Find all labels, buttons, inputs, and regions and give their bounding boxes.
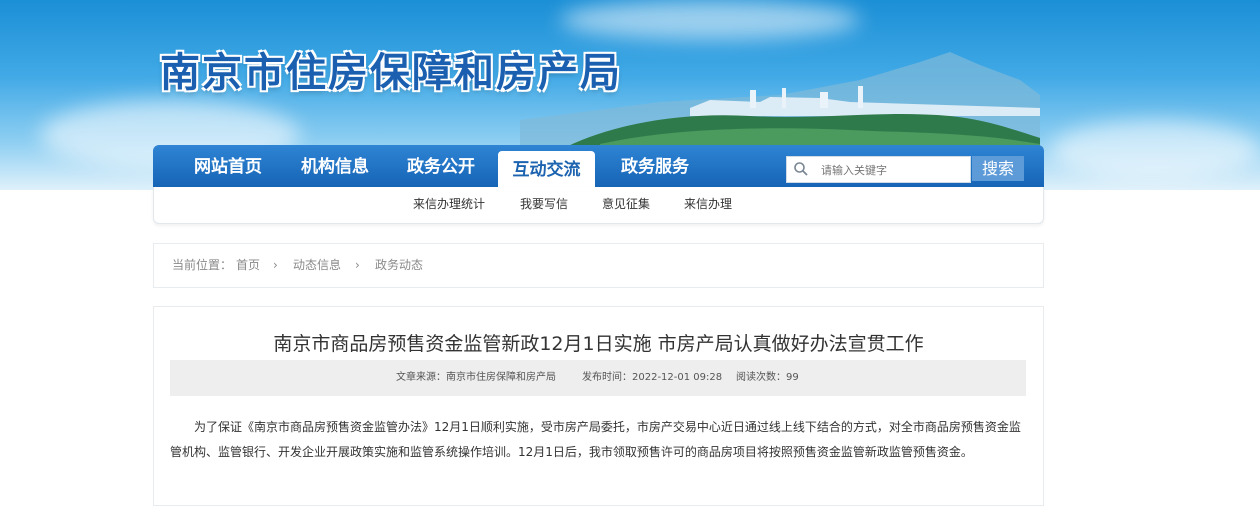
nav-government-services[interactable]: 政务服务 — [605, 145, 705, 187]
article-body: 为了保证《南京市商品房预售资金监管办法》12月1日顺利实施，受市房产局委托，市房… — [170, 420, 1021, 459]
nav-interaction[interactable]: 互动交流 — [498, 151, 595, 187]
article-title: 南京市商品房预售资金监管新政12月1日实施 市房产局认真做好办法宣贯工作 — [273, 333, 924, 355]
site-title: 南京市住房保障和房产局 — [160, 49, 622, 96]
article-source: 文章来源：南京市住房保障和房产局 — [396, 372, 556, 383]
breadcrumb-home[interactable]: 首页 — [236, 244, 260, 287]
subnav-letter-statistics[interactable]: 来信办理统计 — [413, 187, 485, 224]
subnav-write-letter[interactable]: 我要写信 — [520, 187, 568, 224]
breadcrumb-government-news[interactable]: 政务动态 — [375, 244, 423, 287]
article-publish-time: 发布时间：2022-12-01 09:28 — [582, 372, 723, 383]
cloud-decoration — [560, 0, 860, 40]
nav-home[interactable]: 网站首页 — [178, 145, 278, 187]
search-icon — [794, 162, 808, 176]
search-box — [786, 156, 971, 184]
subnav-opinion-collection[interactable]: 意见征集 — [602, 187, 650, 224]
breadcrumb-prefix: 当前位置： — [172, 258, 233, 272]
cloud-decoration — [1050, 120, 1260, 180]
article: 南京市商品房预售资金监管新政12月1日实施 市房产局认真做好办法宣贯工作 文章来… — [153, 306, 1044, 506]
breadcrumb: 当前位置： 首页 › 动态信息 › 政务动态 — [153, 243, 1044, 288]
article-read-count: 阅读次数：99 — [736, 372, 799, 383]
search-input[interactable] — [819, 157, 968, 184]
article-meta-bar: 文章来源：南京市住房保障和房产局 发布时间：2022-12-01 09:28 阅… — [170, 360, 1026, 396]
sub-nav: 来信办理统计 我要写信 意见征集 来信办理 — [153, 187, 1044, 224]
breadcrumb-dynamic-info[interactable]: 动态信息 — [293, 244, 341, 287]
search-button[interactable]: 搜索 — [972, 156, 1024, 181]
nav-government-affairs-disclosure[interactable]: 政务公开 — [391, 145, 491, 187]
breadcrumb-separator: › — [355, 258, 360, 272]
subnav-letter-handling[interactable]: 来信办理 — [684, 187, 732, 224]
nav-organization-info[interactable]: 机构信息 — [285, 145, 385, 187]
breadcrumb-separator: › — [273, 258, 278, 272]
